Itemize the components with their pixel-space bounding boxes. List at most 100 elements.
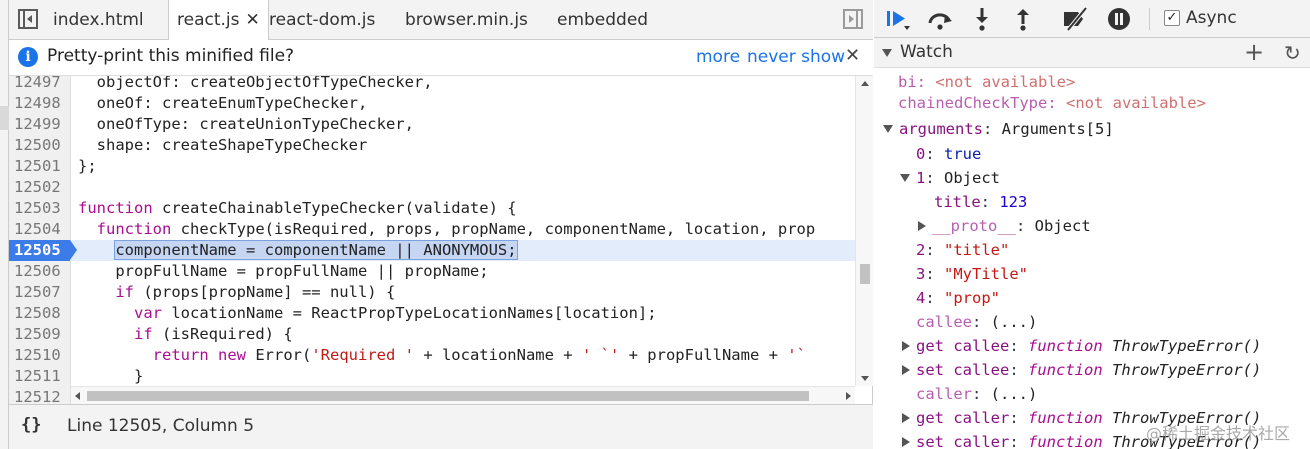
line-number[interactable]: 12510 <box>14 345 68 366</box>
watch-section-header[interactable]: Watch + ↻ <box>874 38 1310 68</box>
code-line[interactable]: 12501}; <box>9 156 855 177</box>
toggle-navigator-icon[interactable] <box>18 9 38 29</box>
line-number[interactable]: 12498 <box>14 93 68 114</box>
line-number[interactable]: 12508 <box>14 303 68 324</box>
code-line[interactable]: 12508 var locationName = ReactPropTypeLo… <box>9 303 855 324</box>
more-link[interactable]: more <box>696 47 740 67</box>
collapsed-triangle-icon[interactable] <box>902 365 910 375</box>
tab-label: embedded <box>557 10 649 30</box>
prop-key: bi <box>898 73 917 91</box>
tree-row[interactable]: caller: (...) <box>916 382 1037 406</box>
refresh-icon[interactable]: ↻ <box>1284 41 1301 65</box>
collapsed-triangle-icon[interactable] <box>902 437 910 447</box>
expanded-triangle-icon[interactable] <box>883 125 893 133</box>
code-line[interactable]: 12500 shape: createShapeTypeChecker <box>9 135 855 156</box>
scroll-down-icon[interactable] <box>861 376 869 381</box>
toggle-debugger-icon[interactable] <box>843 9 863 29</box>
info-icon: i <box>18 47 38 67</box>
code-line[interactable]: 12502 <box>9 177 855 198</box>
expanded-triangle-icon[interactable] <box>900 174 910 182</box>
collapsed-triangle-icon[interactable] <box>918 221 926 231</box>
tab-index-html[interactable]: index.html <box>45 0 152 40</box>
step-over-icon[interactable] <box>927 6 953 32</box>
scroll-up-icon[interactable] <box>861 81 869 86</box>
tab-react-dom-js[interactable]: react-dom.js <box>261 0 383 40</box>
tree-row[interactable]: set callee: function ThrowTypeError() <box>902 358 1261 382</box>
prop-value: (...) <box>990 313 1038 331</box>
line-number[interactable]: 12501 <box>14 156 68 177</box>
code-editor[interactable]: 12497 objectOf: createObjectOfTypeChecke… <box>9 76 873 404</box>
code-line[interactable]: 12506 propFullName = propFullName || pro… <box>9 261 855 282</box>
code-line[interactable]: 12503 function createChainableTypeChecker… <box>9 198 855 219</box>
code-line[interactable]: 12507 if (props[propName] == null) { <box>9 282 855 303</box>
tab-browser-min-js[interactable]: browser.min.js <box>397 0 536 40</box>
code-line[interactable]: 12510 return new Error('Required ' + loc… <box>9 345 855 366</box>
line-number[interactable]: 12500 <box>14 135 68 156</box>
line-number[interactable]: 12512 <box>14 387 68 404</box>
collapsed-triangle-icon[interactable] <box>902 413 910 423</box>
tree-row[interactable]: 4: "prop" <box>916 286 1000 310</box>
line-source: }; <box>78 156 97 177</box>
tree-row[interactable]: 0: true <box>916 142 981 166</box>
panel-resize-handle[interactable] <box>0 106 9 130</box>
code-line[interactable]: 12504 function checkType(isRequired, pro… <box>9 219 855 240</box>
pause-on-exceptions-icon[interactable] <box>1106 6 1132 32</box>
line-number[interactable]: 12499 <box>14 114 68 135</box>
close-icon[interactable]: ✕ <box>246 10 260 30</box>
vertical-scrollbar[interactable] <box>855 76 873 386</box>
scroll-left-icon[interactable] <box>75 392 80 400</box>
deactivate-breakpoints-icon[interactable] <box>1062 6 1088 32</box>
code-line[interactable]: 12509 if (isRequired) { <box>9 324 855 345</box>
code-line[interactable]: 12505 componentName = componentName || A… <box>9 240 855 261</box>
watch-item-chainedchecktype[interactable]: chainedCheckType: <not available> <box>898 91 1206 115</box>
line-number[interactable]: 12504 <box>14 219 68 240</box>
expand-triangle-icon[interactable] <box>882 49 892 57</box>
step-out-icon[interactable] <box>1010 6 1036 32</box>
code-line[interactable]: 12511 } <box>9 366 855 387</box>
code-line[interactable]: 12497 objectOf: createObjectOfTypeChecke… <box>9 76 855 93</box>
tree-row[interactable]: 3: "MyTitle" <box>916 262 1028 286</box>
tree-row[interactable]: __proto__: Object <box>918 214 1091 238</box>
close-icon[interactable]: ✕ <box>845 45 860 66</box>
line-number[interactable]: 12503 <box>14 198 68 219</box>
line-source: componentName = componentName || ANONYMO… <box>78 240 518 261</box>
scroll-right-icon[interactable] <box>846 392 851 400</box>
tree-row[interactable]: title: 123 <box>934 190 1027 214</box>
tab-react-js[interactable]: react.js ✕ <box>168 0 269 41</box>
prop-value: Object <box>1034 217 1091 235</box>
scrollbar-thumb[interactable] <box>87 391 809 401</box>
add-watch-icon[interactable]: + <box>1244 38 1264 66</box>
line-number[interactable]: 12506 <box>14 261 68 282</box>
async-checkbox[interactable]: ✓ <box>1164 10 1180 26</box>
tree-row[interactable]: 2: "title" <box>916 238 1009 262</box>
step-into-icon[interactable] <box>969 6 995 32</box>
tree-row[interactable]: callee: (...) <box>916 310 1037 334</box>
line-number[interactable]: 12505 <box>14 240 68 261</box>
collapsed-triangle-icon[interactable] <box>902 341 910 351</box>
pretty-print-button[interactable]: {} <box>21 415 41 435</box>
prop-key: set callee <box>916 361 1010 379</box>
line-number[interactable]: 12502 <box>14 177 68 198</box>
tab-embedded[interactable]: embedded <box>549 0 656 40</box>
line-number[interactable]: 12509 <box>14 324 68 345</box>
scrollbar-thumb[interactable] <box>860 264 870 284</box>
prop-key: caller <box>916 385 972 403</box>
code-line[interactable]: 12498 oneOf: createEnumTypeChecker, <box>9 93 855 114</box>
resume-icon[interactable] <box>884 6 910 32</box>
prop-value: "prop" <box>944 289 1001 307</box>
tree-row[interactable]: 1: Object <box>900 166 1000 190</box>
source-pane: index.html react.js ✕ react-dom.js browse… <box>9 0 873 449</box>
code-line[interactable]: 12499 oneOfType: createUnionTypeChecker, <box>9 114 855 135</box>
line-source: } <box>78 366 143 387</box>
line-number[interactable]: 12511 <box>14 366 68 387</box>
line-number[interactable]: 12497 <box>14 76 68 93</box>
tree-row[interactable]: get callee: function ThrowTypeError() <box>902 334 1261 358</box>
line-number[interactable]: 12507 <box>14 282 68 303</box>
horizontal-scrollbar[interactable] <box>71 386 855 404</box>
watch-item-arguments[interactable]: arguments: Arguments[5] <box>883 117 1114 141</box>
never-show-link[interactable]: never show <box>747 47 845 67</box>
